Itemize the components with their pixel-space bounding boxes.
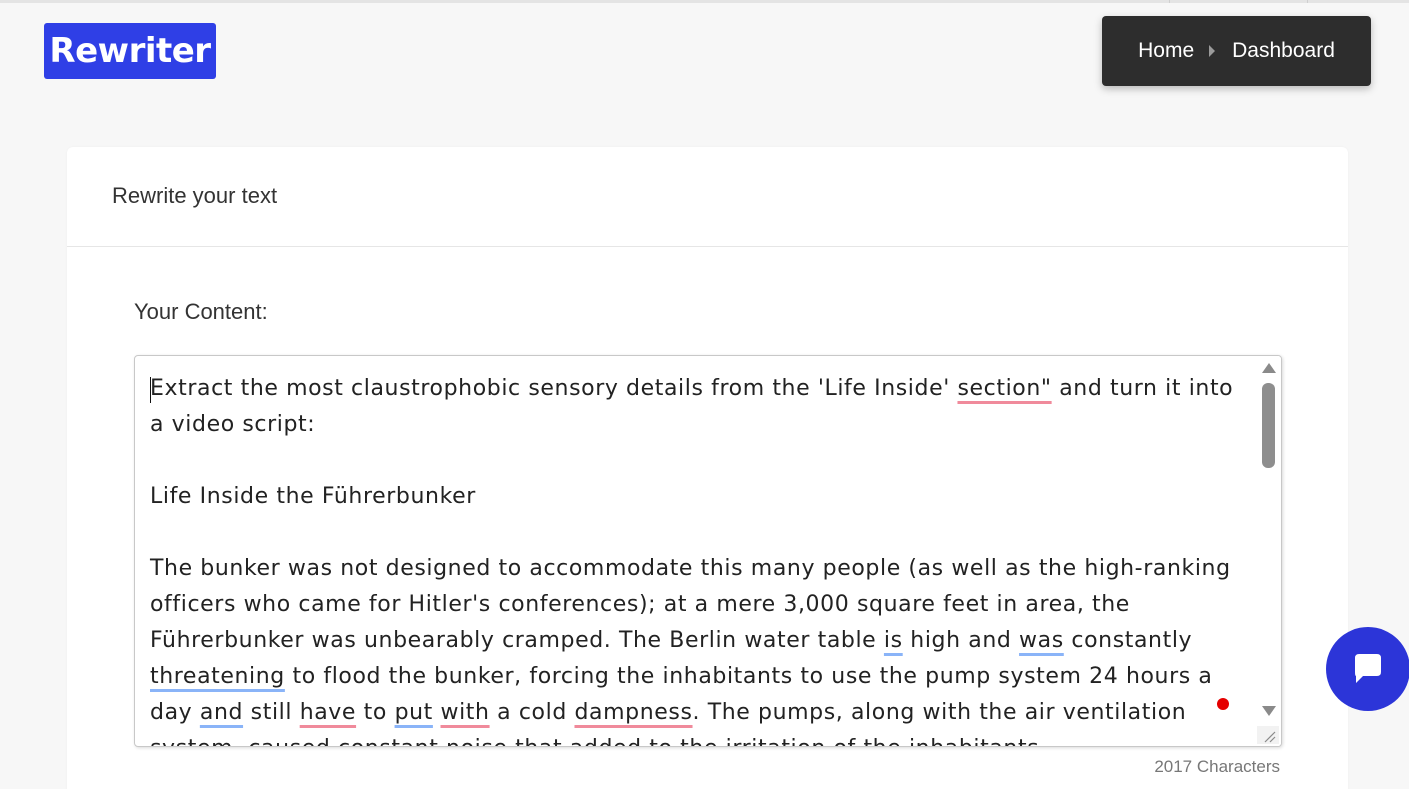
text-run: a cold bbox=[489, 700, 575, 725]
textarea-content[interactable]: Extract the most claustrophobic sensory … bbox=[150, 371, 1245, 746]
grammar-flag[interactable]: is bbox=[884, 628, 903, 653]
spelling-flag[interactable]: have bbox=[300, 700, 356, 725]
scroll-thumb[interactable] bbox=[1262, 383, 1275, 468]
nav-dashboard-link[interactable]: Dashboard bbox=[1232, 39, 1335, 63]
caret-right-icon bbox=[1209, 45, 1216, 57]
text-run: to bbox=[356, 700, 395, 725]
content-label: Your Content: bbox=[134, 299, 268, 324]
text-run: high and bbox=[902, 628, 1020, 653]
triangle-down-icon[interactable] bbox=[1262, 706, 1276, 716]
character-count: 2017 Characters bbox=[1154, 757, 1280, 776]
grammar-flag[interactable]: threatening bbox=[150, 664, 285, 689]
grammar-flag[interactable]: was bbox=[1019, 628, 1064, 653]
resize-grip-icon[interactable] bbox=[1257, 726, 1279, 744]
text-run: still bbox=[243, 700, 300, 725]
grammar-flag[interactable]: and bbox=[200, 700, 243, 725]
card-title: Rewrite your text bbox=[67, 147, 1348, 247]
text-run: Life Inside the Führerbunker bbox=[150, 484, 476, 509]
content-textarea[interactable]: Extract the most claustrophobic sensory … bbox=[134, 355, 1282, 747]
textarea-scrollbar[interactable] bbox=[1256, 356, 1281, 746]
rewrite-card: Rewrite your text Your Content: Extract … bbox=[67, 147, 1348, 789]
top-border-tick bbox=[1169, 0, 1170, 3]
spelling-flag[interactable]: with bbox=[441, 700, 490, 725]
spelling-flag[interactable]: section" bbox=[957, 376, 1051, 401]
text-run: Extract the most claustrophobic sensory … bbox=[150, 376, 958, 401]
text-paragraph: Extract the most claustrophobic sensory … bbox=[150, 371, 1245, 443]
text-paragraph: The bunker was not designed to accommoda… bbox=[150, 551, 1245, 746]
recording-dot bbox=[1217, 698, 1229, 710]
top-border bbox=[0, 0, 1409, 3]
chat-bubble-icon bbox=[1355, 654, 1381, 683]
triangle-up-icon[interactable] bbox=[1262, 363, 1276, 373]
breadcrumb-nav: Home Dashboard bbox=[1102, 16, 1371, 86]
brand-logo[interactable]: Rewriter bbox=[44, 23, 216, 79]
text-caret bbox=[150, 377, 151, 403]
grammar-flag[interactable]: put bbox=[395, 700, 433, 725]
top-border-tick bbox=[1307, 0, 1308, 3]
spelling-flag[interactable]: dampness bbox=[574, 700, 692, 725]
text-run bbox=[433, 700, 441, 725]
nav-home-link[interactable]: Home bbox=[1138, 39, 1194, 63]
text-run: constantly bbox=[1063, 628, 1200, 653]
chat-button[interactable] bbox=[1326, 627, 1409, 711]
text-paragraph: Life Inside the Führerbunker bbox=[150, 479, 1245, 515]
